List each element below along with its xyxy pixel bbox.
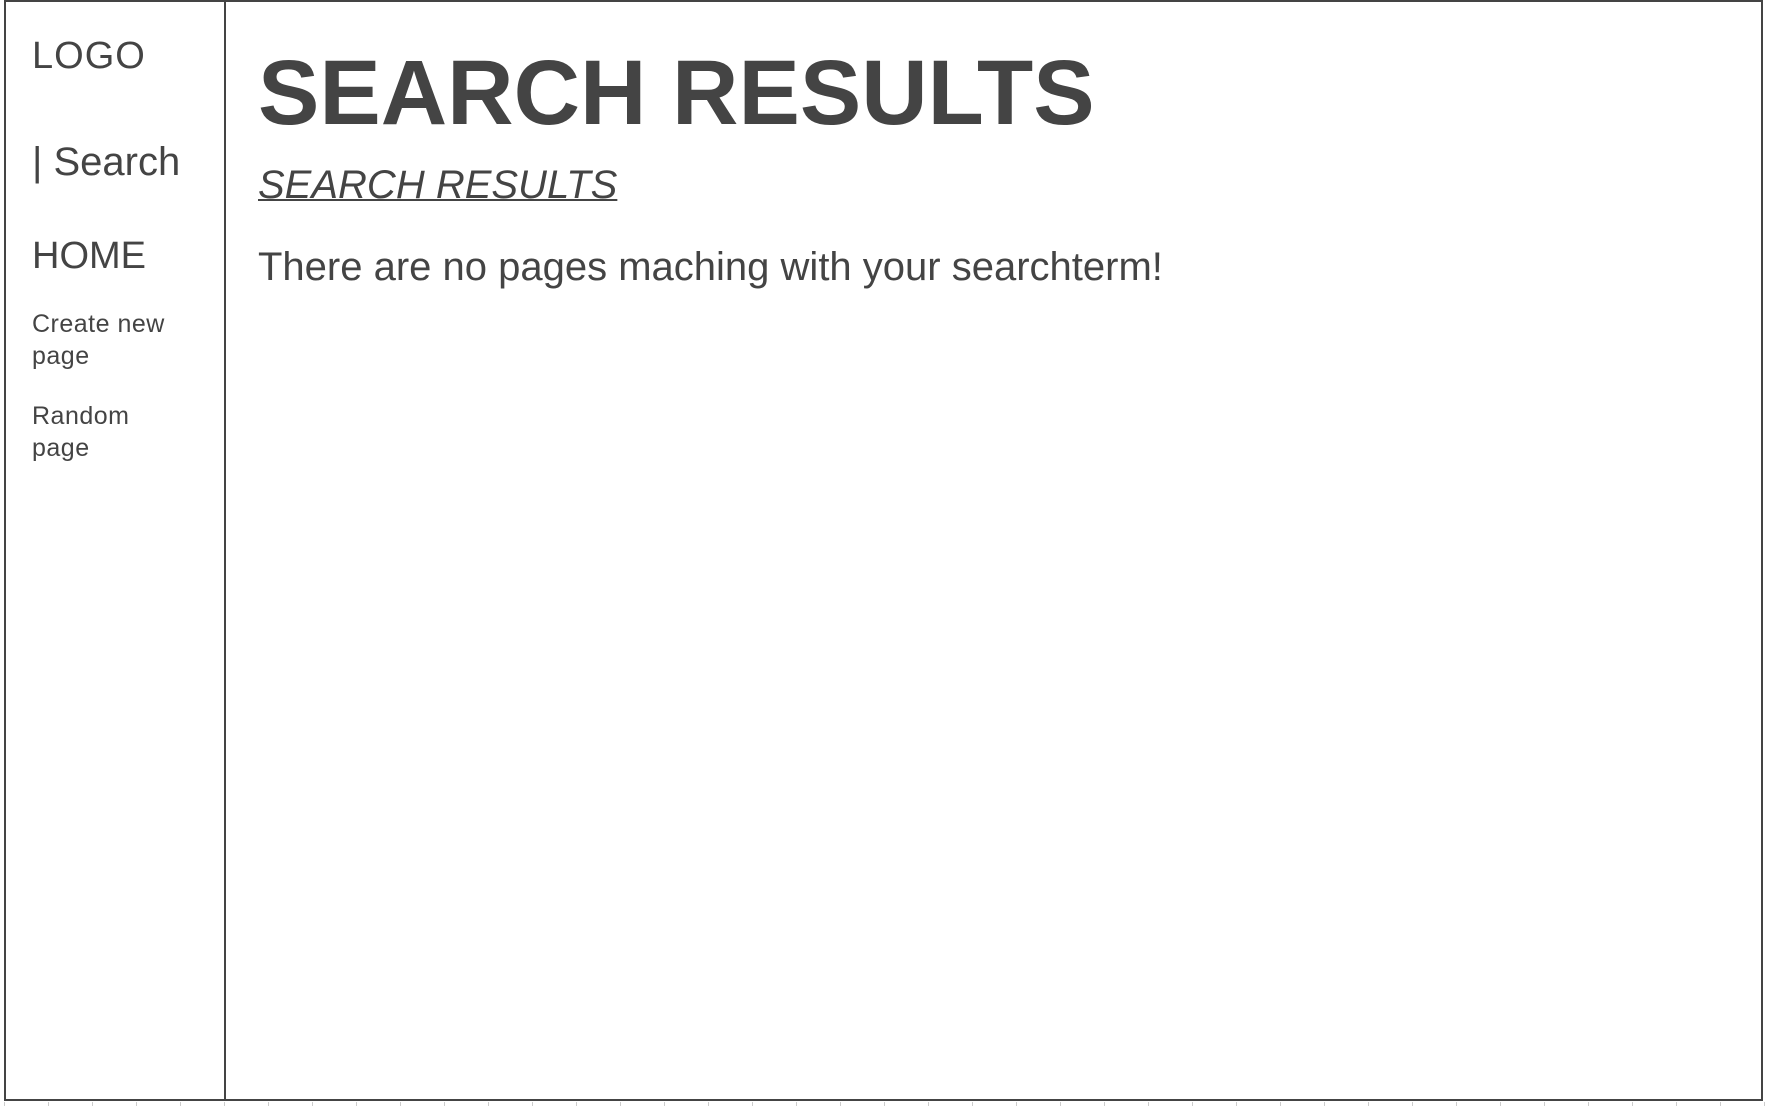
ruler-tick bbox=[136, 1102, 137, 1106]
bottom-ruler bbox=[0, 1101, 1766, 1108]
ruler-tick bbox=[444, 1102, 445, 1106]
ruler-tick bbox=[1324, 1102, 1325, 1106]
ruler-tick bbox=[1764, 1102, 1765, 1106]
ruler-tick bbox=[180, 1102, 181, 1106]
sidebar: LOGO | Search HOME Create new page Rando… bbox=[6, 2, 226, 1099]
ruler-tick bbox=[1676, 1102, 1677, 1106]
wireframe-frame: LOGO | Search HOME Create new page Rando… bbox=[4, 0, 1763, 1101]
search-input[interactable]: | Search bbox=[32, 138, 180, 186]
ruler-tick bbox=[1720, 1102, 1721, 1106]
ruler-tick bbox=[268, 1102, 269, 1106]
ruler-tick bbox=[884, 1102, 885, 1106]
ruler-tick bbox=[664, 1102, 665, 1106]
ruler-tick bbox=[1280, 1102, 1281, 1106]
logo: LOGO bbox=[32, 35, 146, 77]
page-title: SEARCH RESULTS bbox=[258, 42, 1095, 144]
ruler-tick bbox=[1500, 1102, 1501, 1106]
ruler-tick bbox=[488, 1102, 489, 1106]
ruler-tick bbox=[972, 1102, 973, 1106]
ruler-tick bbox=[1104, 1102, 1105, 1106]
ruler-tick bbox=[928, 1102, 929, 1106]
ruler-tick bbox=[1544, 1102, 1545, 1106]
ruler-tick bbox=[312, 1102, 313, 1106]
nav-random-page-link[interactable]: Random page bbox=[32, 400, 192, 464]
ruler-tick bbox=[4, 1102, 5, 1106]
ruler-tick bbox=[840, 1102, 841, 1106]
ruler-tick bbox=[1456, 1102, 1457, 1106]
ruler-tick bbox=[1148, 1102, 1149, 1106]
ruler-tick bbox=[796, 1102, 797, 1106]
ruler-tick bbox=[224, 1102, 225, 1106]
ruler-tick bbox=[576, 1102, 577, 1106]
ruler-tick bbox=[708, 1102, 709, 1106]
ruler-tick bbox=[1632, 1102, 1633, 1106]
main-content: SEARCH RESULTS SEARCH RESULTS There are … bbox=[226, 2, 1761, 1099]
ruler-tick bbox=[1192, 1102, 1193, 1106]
nav-create-new-page-link[interactable]: Create new page bbox=[32, 308, 192, 372]
ruler-tick bbox=[48, 1102, 49, 1106]
ruler-tick bbox=[1412, 1102, 1413, 1106]
ruler-tick bbox=[1588, 1102, 1589, 1106]
ruler-tick bbox=[400, 1102, 401, 1106]
ruler-tick bbox=[752, 1102, 753, 1106]
search-results-link[interactable]: SEARCH RESULTS bbox=[258, 160, 617, 210]
ruler-tick bbox=[1368, 1102, 1369, 1106]
no-results-message: There are no pages maching with your sea… bbox=[258, 245, 1163, 289]
ruler-tick bbox=[620, 1102, 621, 1106]
ruler-tick bbox=[1060, 1102, 1061, 1106]
ruler-tick bbox=[92, 1102, 93, 1106]
nav-home-link[interactable]: HOME bbox=[32, 232, 146, 280]
ruler-tick bbox=[356, 1102, 357, 1106]
ruler-tick bbox=[532, 1102, 533, 1106]
ruler-tick bbox=[1016, 1102, 1017, 1106]
ruler-tick bbox=[1236, 1102, 1237, 1106]
